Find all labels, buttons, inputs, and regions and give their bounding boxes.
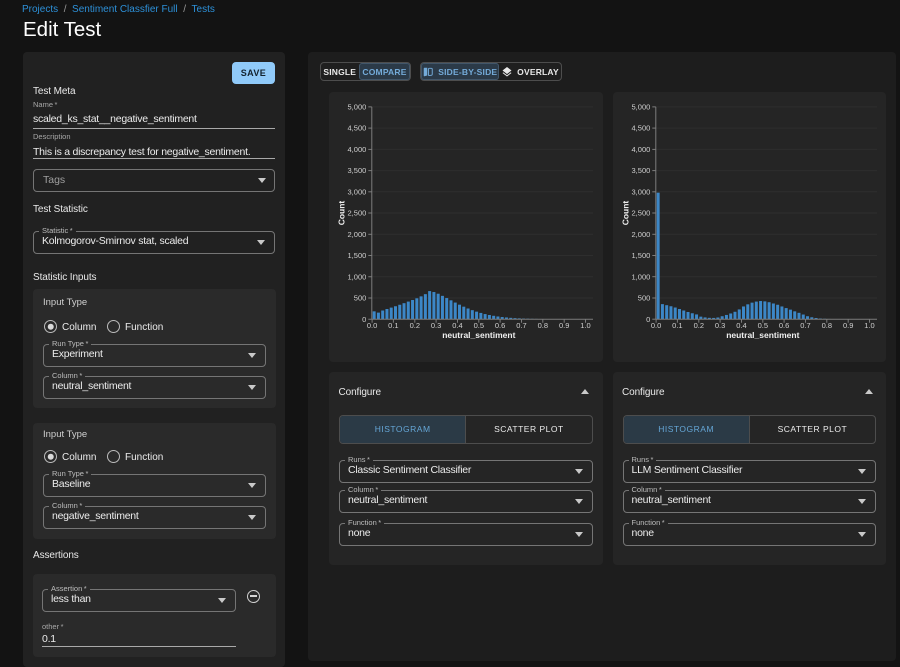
svg-text:2,500: 2,500 — [631, 209, 650, 218]
svg-text:0: 0 — [646, 315, 650, 324]
svg-text:0.7: 0.7 — [800, 321, 810, 330]
svg-text:5,000: 5,000 — [631, 103, 650, 112]
svg-text:2,000: 2,000 — [631, 230, 650, 239]
svg-text:0: 0 — [362, 315, 366, 324]
svg-text:0.2: 0.2 — [410, 321, 420, 330]
svg-text:0.6: 0.6 — [778, 321, 788, 330]
svg-text:1.0: 1.0 — [580, 321, 590, 330]
svg-text:1,000: 1,000 — [348, 272, 367, 281]
svg-text:5,000: 5,000 — [348, 103, 367, 112]
svg-text:1.0: 1.0 — [864, 321, 874, 330]
svg-text:4,000: 4,000 — [631, 145, 650, 154]
svg-text:4,000: 4,000 — [348, 145, 367, 154]
svg-text:neutral_sentiment: neutral_sentiment — [442, 330, 515, 340]
svg-text:0.6: 0.6 — [495, 321, 505, 330]
svg-text:0.5: 0.5 — [474, 321, 484, 330]
svg-text:0.7: 0.7 — [516, 321, 526, 330]
svg-text:0.1: 0.1 — [388, 321, 398, 330]
svg-text:Count: Count — [620, 201, 630, 226]
svg-text:Count: Count — [337, 201, 347, 226]
svg-text:0.9: 0.9 — [842, 321, 852, 330]
svg-text:3,000: 3,000 — [631, 187, 650, 196]
svg-text:0.0: 0.0 — [650, 321, 660, 330]
svg-text:500: 500 — [354, 294, 367, 303]
svg-text:3,500: 3,500 — [631, 166, 650, 175]
svg-text:2,500: 2,500 — [348, 209, 367, 218]
svg-text:0.5: 0.5 — [757, 321, 767, 330]
svg-text:0.3: 0.3 — [714, 321, 724, 330]
svg-text:0.8: 0.8 — [538, 321, 548, 330]
svg-text:0.1: 0.1 — [672, 321, 682, 330]
svg-text:0.8: 0.8 — [821, 321, 831, 330]
svg-text:500: 500 — [637, 294, 650, 303]
svg-text:4,500: 4,500 — [631, 124, 650, 133]
svg-text:0.0: 0.0 — [367, 321, 377, 330]
svg-text:0.2: 0.2 — [693, 321, 703, 330]
svg-text:0.4: 0.4 — [736, 321, 746, 330]
svg-text:3,500: 3,500 — [348, 166, 367, 175]
svg-text:2,000: 2,000 — [348, 230, 367, 239]
svg-text:3,000: 3,000 — [348, 187, 367, 196]
svg-text:1,500: 1,500 — [631, 251, 650, 260]
svg-text:0.3: 0.3 — [431, 321, 441, 330]
svg-text:1,000: 1,000 — [631, 272, 650, 281]
svg-text:0.9: 0.9 — [559, 321, 569, 330]
svg-text:4,500: 4,500 — [348, 124, 367, 133]
svg-text:1,500: 1,500 — [348, 251, 367, 260]
svg-text:neutral_sentiment: neutral_sentiment — [726, 330, 799, 340]
svg-text:0.4: 0.4 — [452, 321, 462, 330]
